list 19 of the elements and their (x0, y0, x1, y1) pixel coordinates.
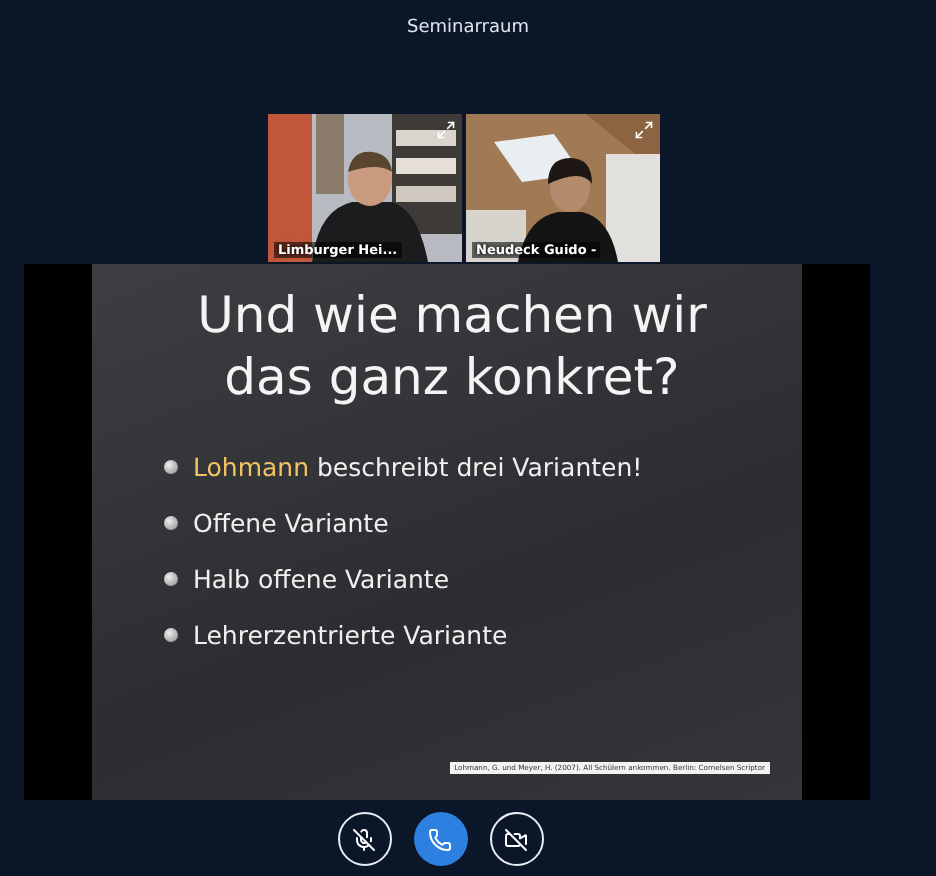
bullet-text: Offene Variante (193, 508, 389, 538)
slide-title: das ganz konkret? (222, 346, 682, 408)
video-button[interactable] (489, 812, 543, 866)
expand-icon[interactable] (436, 120, 456, 140)
camera-off-icon (504, 827, 528, 851)
muted-microphone-icon (352, 827, 376, 851)
window-title: Seminarraum (407, 18, 529, 42)
bullet-text: Halb offene Variante (193, 564, 450, 594)
bullet-text: Lohmann beschreibt drei Varianten! (193, 452, 643, 482)
call-button[interactable] (413, 812, 467, 866)
bullet-icon (163, 628, 177, 642)
bullet-icon (163, 460, 177, 474)
phone-icon (428, 827, 452, 851)
mute-button[interactable] (337, 812, 391, 866)
expand-icon[interactable] (634, 120, 654, 140)
slide-title: Und wie machen wir (195, 284, 709, 346)
bullet-icon (163, 516, 177, 530)
bullet-icon (163, 572, 177, 586)
bullet-text: Lehrerzentrierte Variante (193, 620, 508, 650)
